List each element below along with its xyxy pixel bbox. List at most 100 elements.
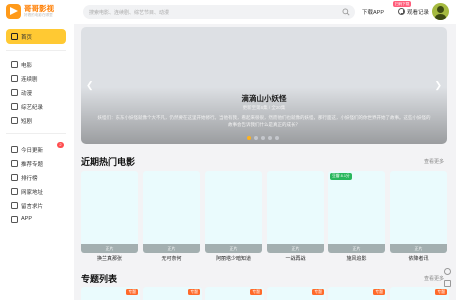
user-avatar[interactable]: [432, 3, 449, 20]
banner-description: 妖怪们：东东小妖怪就像个大不凡，仍然要在这里开始修行。当他有我，看起来很很，然而…: [97, 115, 431, 127]
movie-card[interactable]: 豆瓣 8.1分 正片 施风追影: [328, 171, 385, 262]
sidebar-item-label: 短剧: [21, 119, 33, 125]
sidebar-item-short-drama[interactable]: 短剧: [6, 113, 66, 128]
short-drama-icon: [11, 117, 18, 124]
topic-icon: [11, 160, 18, 167]
movie-title[interactable]: 换兰真那张: [81, 255, 138, 262]
movie-card[interactable]: 正片 阿丽塔少暗知道: [205, 171, 262, 262]
chevron-right-icon[interactable]: ❯: [434, 80, 442, 91]
sidebar-item-label: 连续剧: [21, 77, 38, 83]
address-icon: [11, 188, 18, 195]
topic-card[interactable]: 专题: [143, 287, 202, 300]
app-root: 哥哥影视 好看的电影在哪里 搜索电影、连续剧、综艺节目、动漫 下载APP 扫码下…: [0, 0, 456, 300]
topic-card[interactable]: 专题: [81, 287, 140, 300]
variety-icon: [11, 103, 18, 110]
movie-poster[interactable]: 正片: [390, 171, 447, 253]
site-logo[interactable]: 哥哥影视 好看的电影在哪里: [6, 3, 72, 21]
topic-card[interactable]: 专题: [205, 287, 264, 300]
topic-badge: 专题: [373, 289, 385, 295]
movie-poster[interactable]: 豆瓣 8.1分 正片: [328, 171, 385, 253]
carousel-dot[interactable]: [254, 136, 258, 140]
search-placeholder: 搜索电影、连续剧、综艺节目、动漫: [89, 9, 170, 16]
settings-icon[interactable]: [444, 268, 451, 275]
search-icon[interactable]: [342, 8, 350, 16]
carousel-dot[interactable]: [261, 136, 265, 140]
film-icon: [11, 61, 18, 68]
sidebar-item-label: 电影: [21, 63, 33, 69]
update-count-badge: 2: [57, 142, 64, 148]
topic-card[interactable]: 专题: [390, 287, 449, 300]
message-icon: [11, 202, 18, 209]
poster-tag: 正片: [352, 245, 361, 251]
sidebar-item-today-update[interactable]: 今日更新 2: [6, 142, 66, 157]
clock-icon: [398, 8, 405, 15]
history-label: 观看记录: [407, 10, 430, 16]
back-to-top-icon[interactable]: [444, 280, 451, 287]
rating-badge: 豆瓣 8.1分: [330, 173, 352, 180]
topic-card[interactable]: 专题: [267, 287, 326, 300]
anime-icon: [11, 89, 18, 96]
section-title-hot-movies: 近期热门电影: [81, 157, 136, 167]
sidebar-item-label: 今日更新: [21, 148, 44, 154]
app-icon: [11, 216, 18, 223]
movie-title[interactable]: 一战再战: [267, 255, 324, 262]
search-input[interactable]: 搜索电影、连续剧、综艺节目、动漫: [83, 5, 355, 19]
chevron-left-icon[interactable]: ❮: [86, 80, 94, 91]
sidebar-item-label: 推荐专题: [21, 162, 44, 168]
poster-tag: 正片: [229, 245, 238, 251]
sidebar-item-label: APP: [21, 216, 33, 222]
carousel-dot[interactable]: [275, 136, 279, 140]
banner-title: 滴滴山小妖怪: [241, 94, 287, 103]
topic-card[interactable]: 专题: [328, 287, 387, 300]
poster-tag: 正片: [291, 245, 300, 251]
carousel-dot[interactable]: [268, 136, 272, 140]
sidebar-item-app[interactable]: APP: [6, 212, 66, 227]
movie-poster[interactable]: 正片: [143, 171, 200, 253]
topic-badge: 专题: [188, 289, 200, 295]
sidebar-item-request[interactable]: 留言求片: [6, 198, 66, 213]
movie-title[interactable]: 阿丽塔少暗知道: [205, 255, 262, 262]
topic-badge: 专题: [126, 289, 138, 295]
hero-banner[interactable]: ❮ ❯ 滴滴山小妖怪 更新至第6集 / 全20集 妖怪们：东东小妖怪就像个大不凡…: [81, 27, 447, 144]
poster-tag: 正片: [167, 245, 176, 251]
tv-icon: [11, 75, 18, 82]
movie-card[interactable]: 正片 一战再战: [267, 171, 324, 262]
download-app-link[interactable]: 下载APP: [362, 8, 384, 16]
download-badge: 扫码下载: [393, 1, 412, 7]
ranking-icon: [11, 174, 18, 181]
section-title-topics: 专题列表: [81, 274, 118, 284]
movie-title[interactable]: 无可奈何: [143, 255, 200, 262]
sidebar: 首页 电影 连续剧 动漫 综艺纪录 短剧 今日更新 2 推荐专题 排行榜 网家地…: [0, 24, 74, 300]
sidebar-item-label: 首页: [21, 35, 33, 41]
topic-badge: 专题: [250, 289, 262, 295]
movie-poster[interactable]: 正片: [81, 171, 138, 253]
movie-title[interactable]: 施风追影: [328, 255, 385, 262]
movie-poster[interactable]: 正片: [267, 171, 324, 253]
sidebar-divider: [6, 50, 66, 51]
top-header: 哥哥影视 好看的电影在哪里 搜索电影、连续剧、综艺节目、动漫 下载APP 扫码下…: [0, 0, 456, 24]
topics-more-link[interactable]: 查看更多: [424, 275, 444, 282]
floating-toolbar: [443, 266, 453, 296]
home-icon: [11, 33, 18, 40]
sidebar-item-label: 留言求片: [21, 204, 44, 210]
sidebar-item-label: 排行榜: [21, 176, 38, 182]
movie-title[interactable]: 依降者讯: [390, 255, 447, 262]
sidebar-item-ranking[interactable]: 排行榜: [6, 170, 66, 185]
sidebar-item-label: 综艺纪录: [21, 105, 44, 111]
carousel-dot[interactable]: [247, 136, 251, 140]
movie-card[interactable]: 正片 无可奈何: [143, 171, 200, 262]
sidebar-item-topics[interactable]: 推荐专题: [6, 156, 66, 171]
movie-card[interactable]: 正片 换兰真那张: [81, 171, 138, 262]
sidebar-item-movies[interactable]: 电影: [6, 57, 66, 72]
logo-play-icon: [6, 4, 21, 19]
sidebar-item-series[interactable]: 连续剧: [6, 71, 66, 86]
hot-movies-more-link[interactable]: 查看更多: [424, 158, 444, 165]
movie-card[interactable]: 正片 依降者讯: [390, 171, 447, 262]
poster-tag: 正片: [414, 245, 423, 251]
movie-poster[interactable]: 正片: [205, 171, 262, 253]
sidebar-item-home[interactable]: 首页: [6, 29, 66, 44]
sidebar-item-address[interactable]: 网家地址: [6, 184, 66, 199]
sidebar-item-anime[interactable]: 动漫: [6, 85, 66, 100]
logo-slogan: 好看的电影在哪里: [24, 13, 53, 17]
sidebar-item-variety[interactable]: 综艺纪录: [6, 99, 66, 114]
